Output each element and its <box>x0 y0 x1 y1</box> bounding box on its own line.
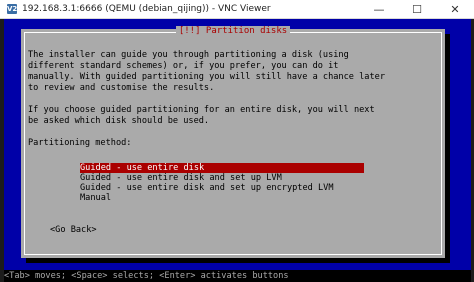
info-line-1: If you choose guided partitioning for an… <box>28 105 375 115</box>
method-label: Partitioning method: <box>28 138 132 148</box>
option-guided-lvm[interactable]: Guided - use entire disk and set up LVM <box>80 173 282 183</box>
intro-line-3: manually. With guided partitioning you w… <box>28 72 385 82</box>
status-bar: <Tab> moves; <Space> selects; <Enter> ac… <box>0 270 474 282</box>
close-icon: ✕ <box>450 2 460 16</box>
minimize-button[interactable]: — <box>360 0 398 18</box>
maximize-icon: ☐ <box>412 2 422 16</box>
window-titlebar: V2 192.168.3.1:6666 (QEMU (debian_qijing… <box>0 0 474 19</box>
option-guided-encrypted-lvm[interactable]: Guided - use entire disk and set up encr… <box>80 183 334 193</box>
intro-line-2: different standard schemes) or, if you p… <box>28 61 339 71</box>
dialog-title-text: [!!] Partition disks <box>175 26 291 36</box>
vnc-left-edge <box>0 19 4 282</box>
vnc-screen[interactable]: [!!] Partition disks The installer can g… <box>0 19 474 282</box>
close-button[interactable]: ✕ <box>436 0 474 18</box>
go-back-button[interactable]: <Go Back> <box>50 225 97 236</box>
info-line-2: be asked which disk should be used. <box>28 116 210 126</box>
minimize-icon: — <box>373 2 385 16</box>
partition-dialog: [!!] Partition disks The installer can g… <box>21 26 445 258</box>
window-title: 192.168.3.1:6666 (QEMU (debian_qijing)) … <box>22 4 271 14</box>
option-guided-entire-disk[interactable]: Guided - use entire disk <box>80 163 364 173</box>
intro-line-4: to review and customise the results. <box>28 83 215 93</box>
vnc-viewer-icon: V2 <box>7 4 18 14</box>
dialog-title: [!!] Partition disks <box>21 26 445 37</box>
maximize-button[interactable]: ☐ <box>398 0 436 18</box>
intro-line-1: The installer can guide you through part… <box>28 50 349 60</box>
option-manual[interactable]: Manual <box>80 193 111 203</box>
